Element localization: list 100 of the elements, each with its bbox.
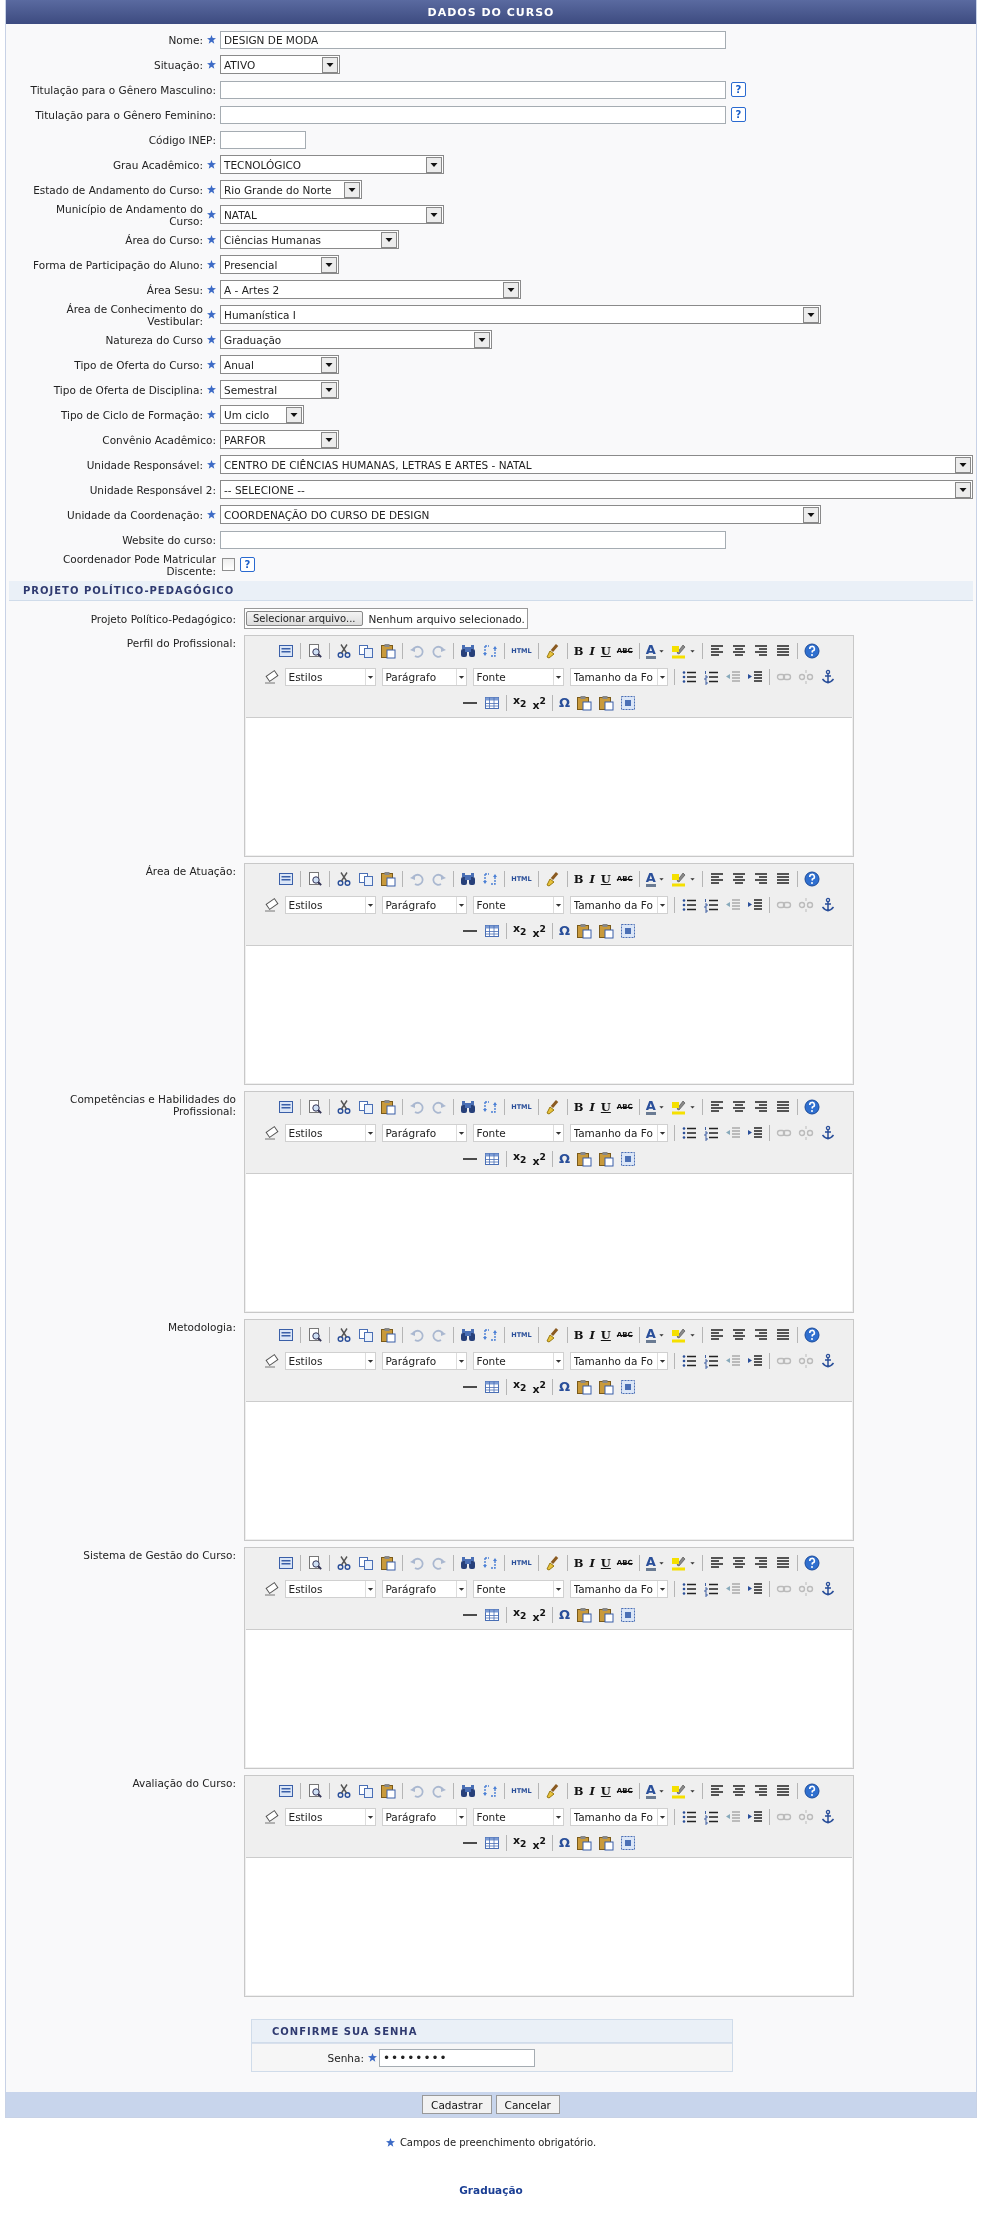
indent-icon[interactable] bbox=[746, 1353, 763, 1369]
bold-button[interactable]: B bbox=[573, 1099, 584, 1115]
numbered-list-icon[interactable] bbox=[702, 1125, 719, 1141]
clipboard-icon[interactable] bbox=[576, 695, 592, 711]
superscript-button[interactable]: x$^{2}$ bbox=[532, 1832, 546, 1854]
table-icon[interactable] bbox=[484, 1379, 500, 1395]
align-right-icon[interactable] bbox=[752, 1327, 769, 1343]
underline-button[interactable]: U bbox=[600, 1783, 611, 1799]
align-justify-icon[interactable] bbox=[774, 643, 791, 659]
font-size-dropdown[interactable]: Tamanho da Fo bbox=[569, 1352, 668, 1370]
bold-button[interactable]: B bbox=[573, 871, 584, 887]
font-dropdown[interactable]: Fonte bbox=[472, 1580, 564, 1598]
help-icon[interactable] bbox=[803, 1327, 820, 1343]
style-dropdown[interactable]: Estilos bbox=[284, 1580, 376, 1598]
italic-button[interactable]: I bbox=[589, 1327, 595, 1343]
font-color-button[interactable]: A bbox=[645, 1099, 656, 1115]
help-icon[interactable] bbox=[803, 1555, 820, 1571]
scissors-icon[interactable] bbox=[336, 1783, 353, 1799]
align-left-icon[interactable] bbox=[708, 1555, 725, 1571]
help-icon[interactable] bbox=[803, 1099, 820, 1115]
table-icon[interactable] bbox=[484, 1607, 500, 1623]
clipboard-icon[interactable] bbox=[380, 1327, 397, 1343]
select-all-icon[interactable] bbox=[620, 695, 636, 711]
align-justify-icon[interactable] bbox=[774, 1099, 791, 1115]
table-icon[interactable] bbox=[484, 923, 500, 939]
table-icon[interactable] bbox=[484, 695, 500, 711]
align-center-icon[interactable] bbox=[730, 1099, 747, 1115]
dropdown[interactable]: Um ciclo bbox=[220, 405, 304, 424]
magnifier-page-icon[interactable] bbox=[307, 1099, 324, 1115]
clipboard-icon[interactable] bbox=[598, 1607, 614, 1623]
subscript-button[interactable]: x$_{2}$ bbox=[513, 1833, 527, 1853]
clipboard-icon[interactable] bbox=[598, 1379, 614, 1395]
dropdown[interactable]: Humanística I bbox=[220, 305, 821, 324]
anchor-icon[interactable] bbox=[819, 897, 836, 913]
copy-icon[interactable] bbox=[358, 1555, 375, 1571]
submit-button[interactable]: Cadastrar bbox=[422, 2095, 492, 2114]
underline-button[interactable]: U bbox=[600, 1555, 611, 1571]
marker-icon[interactable] bbox=[670, 1099, 687, 1115]
anchor-icon[interactable] bbox=[819, 1353, 836, 1369]
clipboard-icon[interactable] bbox=[598, 695, 614, 711]
file-input[interactable]: Selecionar arquivo... Nenhum arquivo selecionado. bbox=[244, 608, 528, 629]
text-field[interactable] bbox=[220, 80, 726, 99]
italic-button[interactable]: I bbox=[589, 643, 595, 659]
subscript-button[interactable]: x$_{2}$ bbox=[513, 1149, 527, 1169]
anchor-icon[interactable] bbox=[819, 1809, 836, 1825]
dropdown[interactable]: Rio Grande do Norte bbox=[220, 180, 362, 199]
table-icon[interactable] bbox=[484, 1835, 500, 1851]
window-icon[interactable] bbox=[278, 1555, 295, 1571]
brush-icon[interactable] bbox=[544, 1783, 561, 1799]
paragraph-dropdown[interactable]: Parágrafo bbox=[381, 1124, 467, 1142]
select-all-icon[interactable] bbox=[620, 1607, 636, 1623]
copy-icon[interactable] bbox=[358, 1783, 375, 1799]
select-all-icon[interactable] bbox=[620, 1151, 636, 1167]
clipboard-icon[interactable] bbox=[576, 923, 592, 939]
text-field[interactable] bbox=[220, 530, 726, 549]
marker-icon[interactable] bbox=[670, 643, 687, 659]
underline-button[interactable]: U bbox=[600, 1327, 611, 1343]
numbered-list-icon[interactable] bbox=[702, 897, 719, 913]
align-left-icon[interactable] bbox=[708, 1783, 725, 1799]
superscript-button[interactable]: x$^{2}$ bbox=[532, 1604, 546, 1626]
replace-icon[interactable] bbox=[482, 871, 499, 887]
bullet-list-icon[interactable] bbox=[680, 1809, 697, 1825]
magnifier-page-icon[interactable] bbox=[307, 1555, 324, 1571]
dropdown[interactable]: ATIVO bbox=[220, 55, 340, 74]
font-size-dropdown[interactable]: Tamanho da Fo bbox=[569, 896, 668, 914]
brush-icon[interactable] bbox=[544, 1555, 561, 1571]
copy-icon[interactable] bbox=[358, 871, 375, 887]
align-right-icon[interactable] bbox=[752, 1099, 769, 1115]
paragraph-dropdown[interactable]: Parágrafo bbox=[381, 1352, 467, 1370]
italic-button[interactable]: I bbox=[589, 1099, 595, 1115]
italic-button[interactable]: I bbox=[589, 1783, 595, 1799]
clipboard-icon[interactable] bbox=[576, 1379, 592, 1395]
brush-icon[interactable] bbox=[544, 871, 561, 887]
style-dropdown[interactable]: Estilos bbox=[284, 1124, 376, 1142]
dropdown[interactable]: -- SELECIONE -- bbox=[220, 480, 973, 499]
bold-button[interactable]: B bbox=[573, 1783, 584, 1799]
magnifier-page-icon[interactable] bbox=[307, 1327, 324, 1343]
dropdown[interactable]: NATAL bbox=[220, 205, 444, 224]
dropdown[interactable]: TECNOLÓGICO bbox=[220, 155, 444, 174]
font-color-button[interactable]: A bbox=[645, 871, 656, 887]
font-size-dropdown[interactable]: Tamanho da Fo bbox=[569, 1580, 668, 1598]
align-right-icon[interactable] bbox=[752, 1555, 769, 1571]
indent-icon[interactable] bbox=[746, 897, 763, 913]
magnifier-page-icon[interactable] bbox=[307, 1783, 324, 1799]
select-all-icon[interactable] bbox=[620, 923, 636, 939]
footer-link[interactable]: Graduação bbox=[459, 2184, 523, 2196]
marker-icon[interactable] bbox=[670, 871, 687, 887]
clipboard-icon[interactable] bbox=[380, 1099, 397, 1115]
copy-icon[interactable] bbox=[358, 1327, 375, 1343]
dropdown[interactable]: COORDENAÇÃO DO CURSO DE DESIGN bbox=[220, 505, 821, 524]
subscript-button[interactable]: x$_{2}$ bbox=[513, 1377, 527, 1397]
marker-icon[interactable] bbox=[670, 1555, 687, 1571]
font-size-dropdown[interactable]: Tamanho da Fo bbox=[569, 1124, 668, 1142]
scissors-icon[interactable] bbox=[336, 643, 353, 659]
binoculars-icon[interactable] bbox=[460, 1555, 477, 1571]
magnifier-page-icon[interactable] bbox=[307, 643, 324, 659]
indent-icon[interactable] bbox=[746, 1581, 763, 1597]
numbered-list-icon[interactable] bbox=[702, 1581, 719, 1597]
bullet-list-icon[interactable] bbox=[680, 669, 697, 685]
align-justify-icon[interactable] bbox=[774, 1327, 791, 1343]
